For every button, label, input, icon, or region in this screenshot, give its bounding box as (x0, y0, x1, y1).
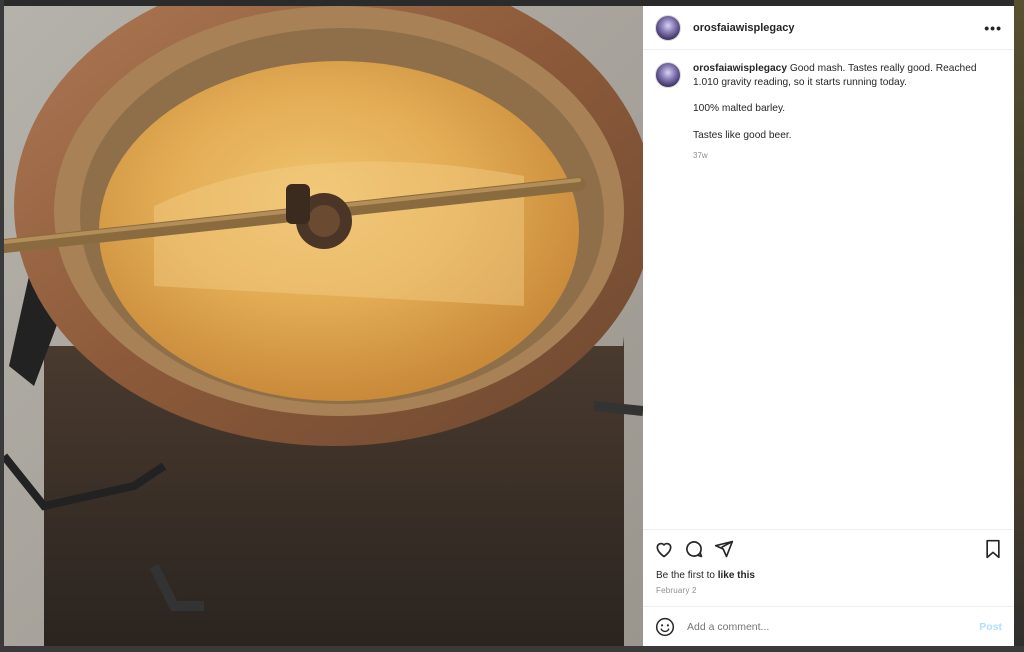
background-bottom (0, 646, 1024, 652)
comments-section: orosfaiawisplegacy Good mash. Tastes rea… (643, 50, 1014, 529)
avatar[interactable] (655, 14, 681, 41)
likes-prefix: Be the first to (656, 570, 718, 581)
actions-section: Be the first to like this February 2 (643, 529, 1014, 600)
post-date[interactable]: February 2 (643, 584, 1014, 600)
post-comment-button[interactable]: Post (979, 621, 1002, 633)
caption-text-3: Tastes like good beer. (693, 129, 792, 141)
comment-input[interactable] (685, 619, 980, 634)
caption-avatar[interactable] (655, 62, 681, 88)
post-header: orosfaiawisplegacy ••• (643, 6, 1014, 50)
pot-photo-illustration (4, 6, 643, 646)
share-icon[interactable] (713, 538, 735, 560)
action-bar (643, 530, 1014, 568)
heart-icon[interactable] (653, 538, 675, 560)
caption-body: orosfaiawisplegacy Good mash. Tastes rea… (693, 62, 983, 163)
like-this-link[interactable]: like this (718, 570, 755, 581)
bookmark-icon[interactable] (982, 538, 1004, 560)
likes-text: Be the first to like this (643, 568, 1014, 584)
post-username[interactable]: orosfaiawisplegacy (693, 22, 984, 34)
more-horizontal-icon[interactable]: ••• (984, 20, 1002, 36)
add-comment-bar: Post (643, 606, 1014, 646)
caption: orosfaiawisplegacy Good mash. Tastes rea… (655, 62, 1002, 163)
emoji-icon[interactable] (655, 617, 675, 637)
caption-age[interactable]: 37w (693, 149, 983, 163)
background-right (1014, 0, 1024, 652)
caption-text-2: 100% malted barley. (693, 103, 786, 114)
post-photo[interactable] (4, 6, 643, 646)
comment-icon[interactable] (683, 538, 705, 560)
caption-username[interactable]: orosfaiawisplegacy (693, 63, 787, 74)
post-side-panel: orosfaiawisplegacy ••• orosfaiawisplegac… (643, 6, 1014, 646)
